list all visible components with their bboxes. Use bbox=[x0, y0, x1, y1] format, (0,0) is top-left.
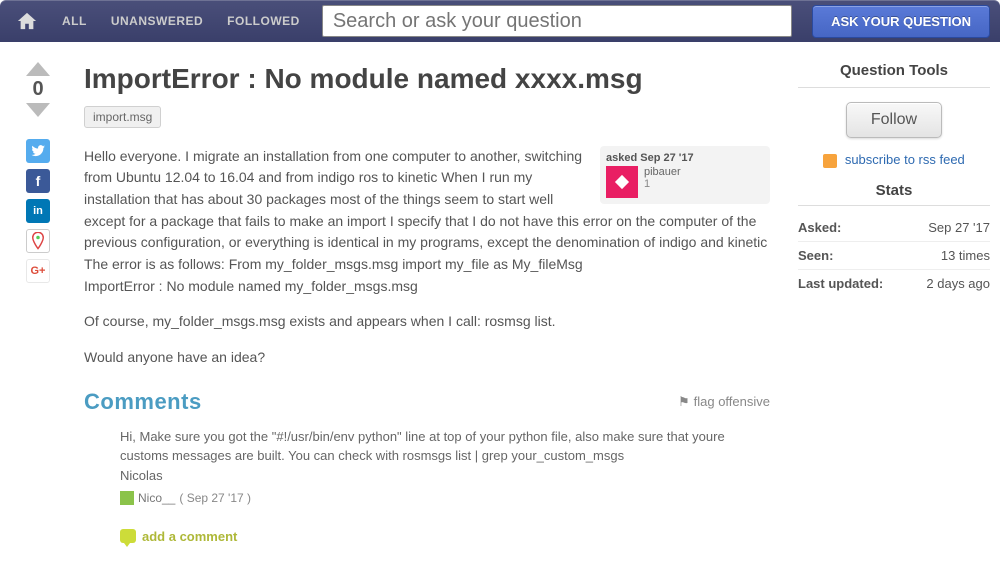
downvote-icon[interactable] bbox=[26, 103, 50, 117]
vote-count: 0 bbox=[32, 78, 43, 101]
left-rail: 0 f in G+ bbox=[10, 62, 66, 544]
googleplus-icon[interactable]: G+ bbox=[26, 259, 50, 283]
stat-updated-value: 2 days ago bbox=[926, 276, 990, 291]
body-error-line: ImportError : No module named my_folder_… bbox=[84, 278, 418, 294]
author-card: asked Sep 27 '17 pibauer 1 bbox=[600, 146, 770, 204]
linkedin-icon[interactable]: in bbox=[26, 199, 50, 223]
nav-links: ALL UNANSWERED FOLLOWED bbox=[50, 14, 312, 28]
comment-user[interactable]: Nico__ bbox=[138, 491, 175, 505]
main-column: ImportError : No module named xxxx.msg i… bbox=[66, 62, 780, 544]
social-share: f in G+ bbox=[26, 139, 50, 283]
comment-date: ( Sep 27 '17 ) bbox=[179, 491, 251, 505]
location-icon[interactable] bbox=[26, 229, 50, 253]
comment-text: Hi, Make sure you got the "#!/usr/bin/en… bbox=[120, 427, 770, 466]
question-title: ImportError : No module named xxxx.msg bbox=[84, 62, 770, 96]
flag-label: flag offensive bbox=[694, 394, 770, 409]
twitter-icon[interactable] bbox=[26, 139, 50, 163]
add-comment-label: add a comment bbox=[142, 529, 237, 544]
stat-seen: Seen: 13 times bbox=[798, 242, 990, 270]
follow-button[interactable]: Follow bbox=[846, 102, 942, 138]
tag-row: import.msg bbox=[84, 106, 770, 128]
rss-icon[interactable] bbox=[823, 154, 837, 168]
top-nav: ALL UNANSWERED FOLLOWED ASK YOUR QUESTIO… bbox=[0, 0, 1000, 42]
stat-seen-value: 13 times bbox=[941, 248, 990, 263]
body-paragraph-3: Would anyone have an idea? bbox=[84, 347, 770, 369]
flag-offensive-link[interactable]: ⚑ flag offensive bbox=[678, 394, 770, 410]
nav-all[interactable]: ALL bbox=[50, 14, 99, 28]
comment-meta: Nico__ ( Sep 27 '17 ) bbox=[120, 491, 770, 505]
stat-asked: Asked: Sep 27 '17 bbox=[798, 214, 990, 242]
stat-seen-label: Seen: bbox=[798, 248, 833, 263]
search-input[interactable] bbox=[322, 5, 792, 37]
stat-asked-value: Sep 27 '17 bbox=[928, 220, 990, 235]
vote-widget: 0 bbox=[26, 62, 50, 117]
comment-bubble-icon bbox=[120, 529, 136, 543]
add-comment-link[interactable]: add a comment bbox=[84, 529, 770, 544]
home-icon[interactable] bbox=[10, 4, 44, 38]
facebook-icon[interactable]: f bbox=[26, 169, 50, 193]
upvote-icon[interactable] bbox=[26, 62, 50, 76]
author-name[interactable]: pibauer bbox=[644, 166, 681, 178]
body-paragraph-2: Of course, my_folder_msgs.msg exists and… bbox=[84, 311, 770, 333]
stat-asked-label: Asked: bbox=[798, 220, 841, 235]
author-avatar[interactable] bbox=[606, 166, 638, 198]
comment-avatar[interactable] bbox=[120, 491, 134, 505]
search-wrapper bbox=[322, 5, 792, 37]
tag-import-msg[interactable]: import.msg bbox=[84, 106, 161, 128]
nav-followed[interactable]: FOLLOWED bbox=[215, 14, 312, 28]
asked-label: asked Sep 27 '17 bbox=[606, 152, 762, 164]
page-body: 0 f in G+ ImportError : No module named … bbox=[0, 42, 1000, 554]
stat-updated-label: Last updated: bbox=[798, 276, 883, 291]
comment-signature: Nicolas bbox=[120, 468, 770, 483]
question-tools-title: Question Tools bbox=[798, 62, 990, 88]
rss-link[interactable]: subscribe to rss feed bbox=[845, 152, 965, 167]
comments-title: Comments bbox=[84, 389, 202, 415]
nav-unanswered[interactable]: UNANSWERED bbox=[99, 14, 215, 28]
author-karma: 1 bbox=[644, 178, 681, 190]
comment-item: Hi, Make sure you got the "#!/usr/bin/en… bbox=[84, 415, 770, 513]
comments-header: Comments ⚑ flag offensive bbox=[84, 389, 770, 415]
flag-icon: ⚑ bbox=[678, 394, 690, 410]
stats-title: Stats bbox=[798, 182, 990, 206]
stat-updated: Last updated: 2 days ago bbox=[798, 270, 990, 297]
question-body-wrap: asked Sep 27 '17 pibauer 1 Hello everyon… bbox=[84, 146, 770, 369]
rss-row: subscribe to rss feed bbox=[798, 152, 990, 168]
ask-question-button[interactable]: ASK YOUR QUESTION bbox=[812, 5, 990, 38]
right-sidebar: Question Tools Follow subscribe to rss f… bbox=[780, 62, 990, 544]
